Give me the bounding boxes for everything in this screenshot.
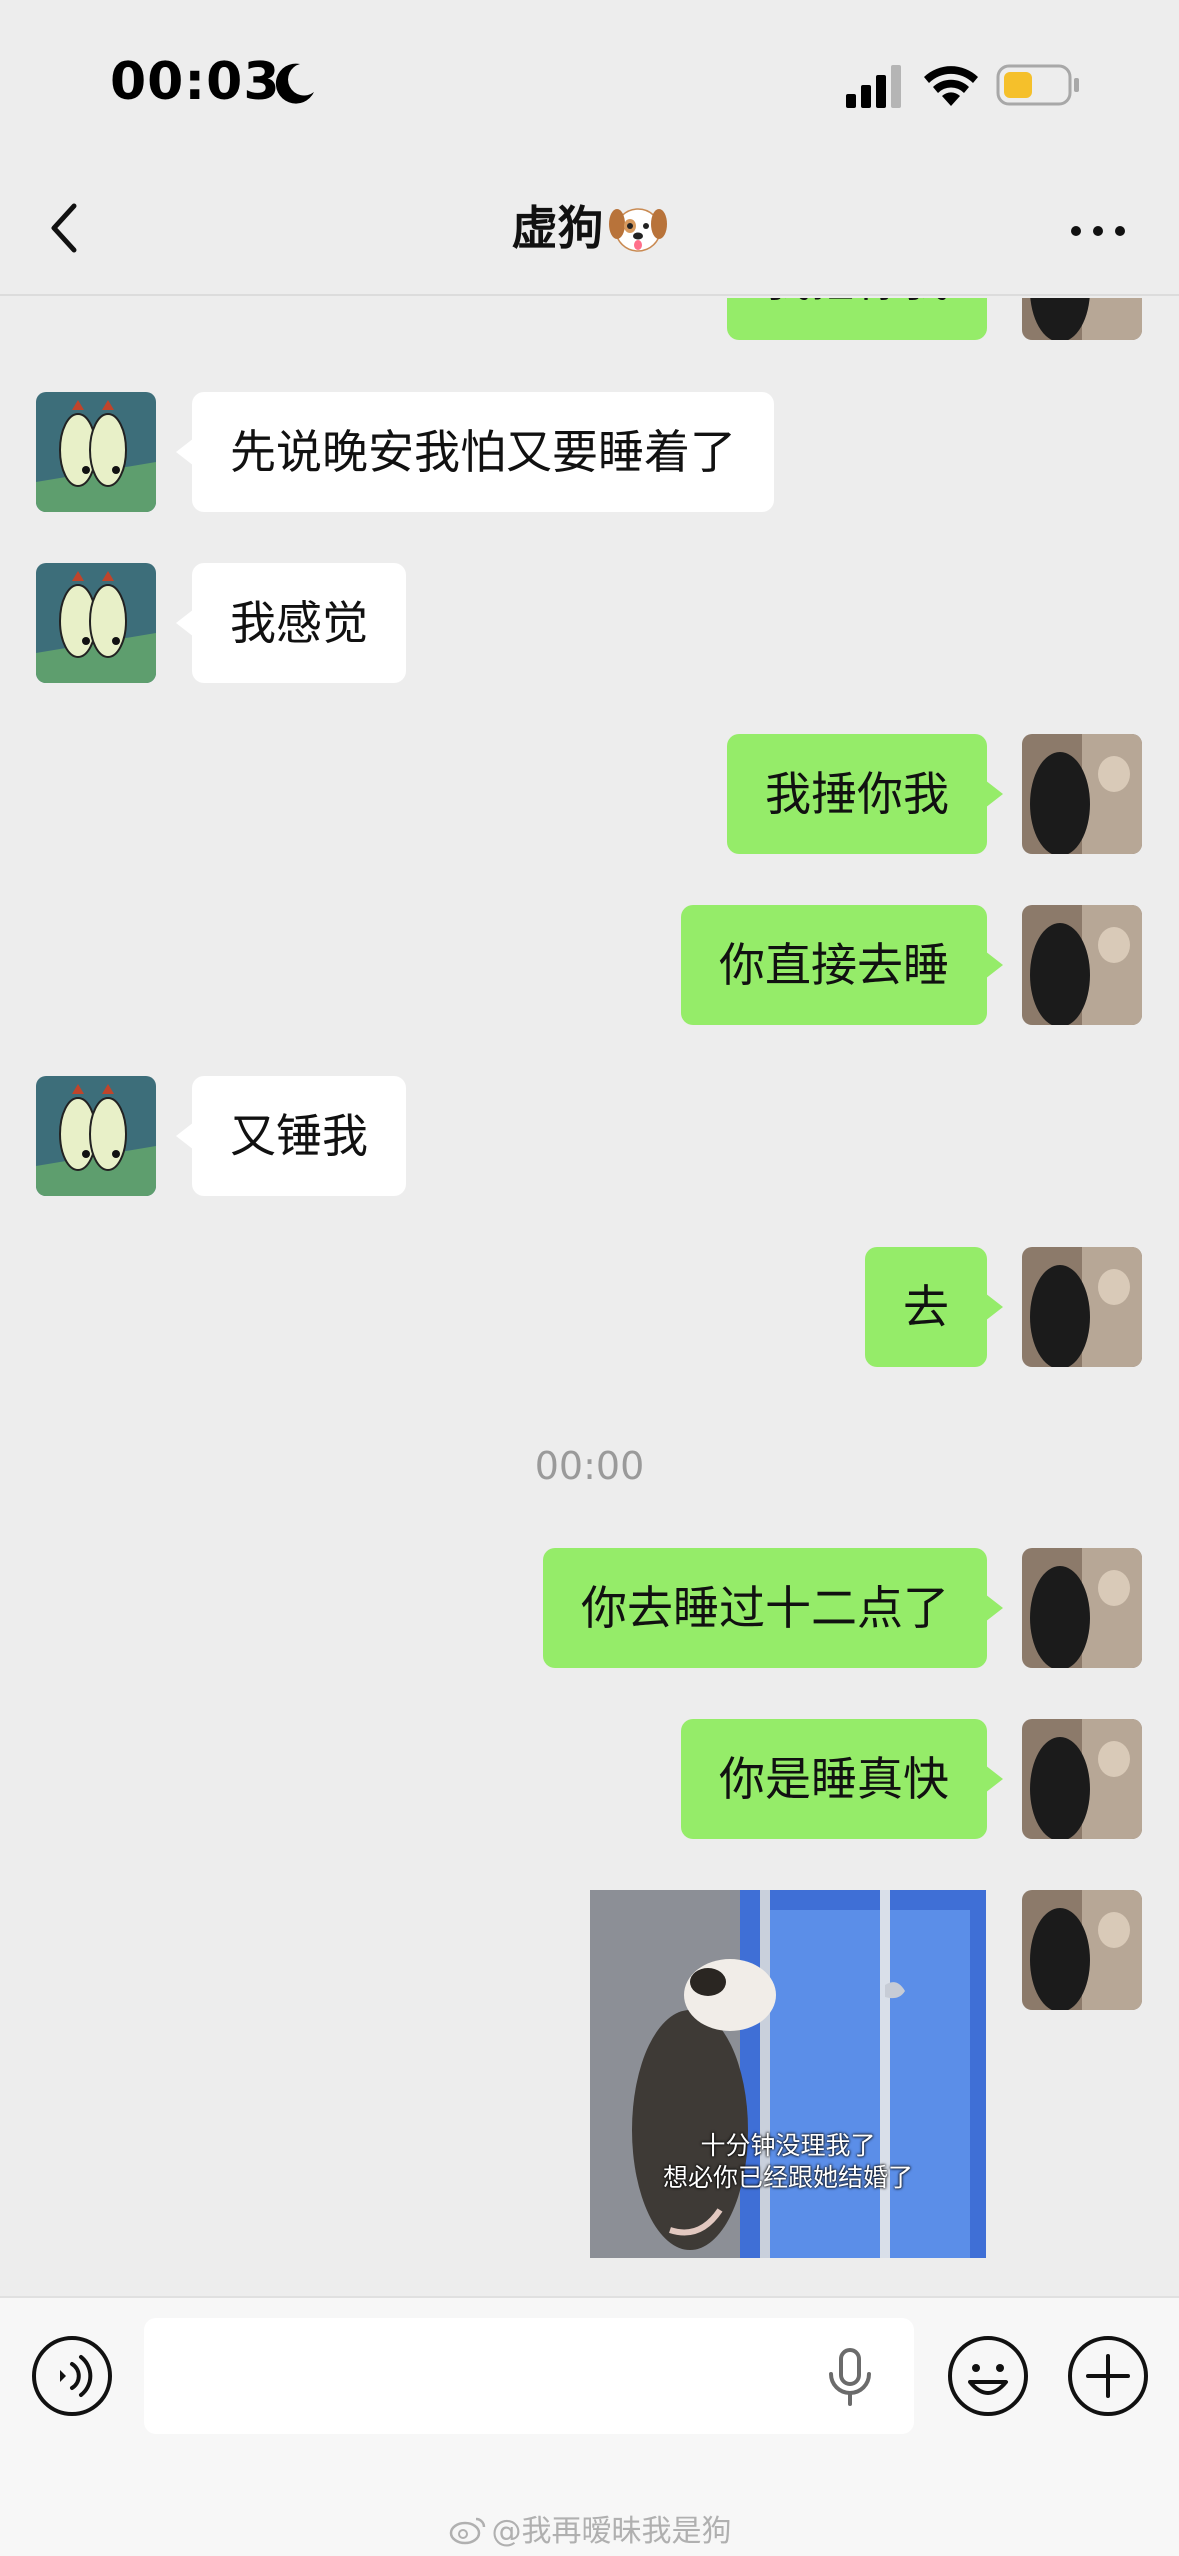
- message-bubble-received[interactable]: 先说晚安我怕又要睡着了: [176, 392, 774, 512]
- message-timestamp: 00:00: [534, 1444, 645, 1488]
- message-text: 先说晚安我怕又要睡着了: [230, 425, 736, 479]
- my-avatar-image: [1022, 734, 1142, 854]
- message-bubble-sent[interactable]: 你去睡过十二点了: [543, 1548, 1003, 1668]
- more-functions-button[interactable]: [1066, 2334, 1150, 2418]
- chat-screen: 00:03 虚狗 先说晚安我怕又要睡着了 我感觉 我捶你我 你直接去睡 又锤我 …: [0, 0, 1179, 2556]
- more-options-button[interactable]: [1068, 216, 1128, 246]
- friend-avatar[interactable]: [36, 392, 156, 512]
- my-avatar-image: [1022, 1247, 1142, 1367]
- friend-avatar-image: [36, 1076, 156, 1196]
- message-text: 你是睡真快: [719, 1752, 949, 1806]
- message-text: 你去睡过十二点了: [581, 1581, 949, 1635]
- message-bubble-sent[interactable]: 你直接去睡: [681, 905, 1003, 1025]
- sticker-caption: 十分钟没理我了 想必你已经跟她结婚了: [590, 2130, 986, 2194]
- my-avatar-image: [1022, 905, 1142, 1025]
- message-text: 又锤我: [230, 1109, 368, 1163]
- message-list[interactable]: 我捶你我 先说晚安我怕又要睡着了: [0, 298, 1179, 2296]
- emoji-button[interactable]: [946, 2334, 1030, 2418]
- opossum-sticker-image: [590, 1890, 986, 2258]
- message-bubble-sent[interactable]: 我捶你我: [727, 734, 1003, 854]
- my-avatar[interactable]: [1022, 298, 1142, 340]
- microphone-icon[interactable]: [822, 2348, 878, 2406]
- signal-icon: [846, 65, 901, 108]
- my-avatar-image: [1022, 1719, 1142, 1839]
- status-time: 00:03: [110, 52, 281, 112]
- message-bubble-sent[interactable]: 我捶你我: [727, 298, 987, 340]
- status-bar: 00:03: [0, 0, 1179, 160]
- battery-icon: [996, 64, 1079, 106]
- voice-toggle-button[interactable]: [30, 2334, 114, 2418]
- moon-icon: [275, 63, 314, 104]
- message-text: 我捶你我: [765, 767, 949, 821]
- friend-avatar-image: [36, 392, 156, 512]
- my-avatar[interactable]: [1022, 734, 1142, 854]
- my-avatar[interactable]: [1022, 1719, 1142, 1839]
- message-input[interactable]: [144, 2318, 914, 2434]
- message-text: 我感觉: [230, 596, 368, 650]
- chat-nav-bar: 虚狗: [0, 160, 1179, 296]
- my-avatar[interactable]: [1022, 1890, 1142, 2010]
- sticker-caption-line: 想必你已经跟她结婚了: [662, 2163, 913, 2192]
- message-bubble-sent[interactable]: 你是睡真快: [681, 1719, 1003, 1839]
- sticker-caption-line: 十分钟没理我了: [700, 2131, 876, 2160]
- friend-avatar[interactable]: [36, 563, 156, 683]
- message-text: 去: [903, 1280, 949, 1334]
- my-avatar-image: [1022, 298, 1142, 340]
- my-avatar-image: [1022, 1890, 1142, 2010]
- my-avatar[interactable]: [1022, 1548, 1142, 1668]
- message-text: 你直接去睡: [719, 938, 949, 992]
- friend-avatar[interactable]: [36, 1076, 156, 1196]
- my-avatar[interactable]: [1022, 1247, 1142, 1367]
- watermark-text: @我再暧昧我是狗: [491, 2514, 732, 2549]
- chat-title: 虚狗: [0, 196, 1179, 260]
- my-avatar[interactable]: [1022, 905, 1142, 1025]
- message-text: 我捶你我: [765, 298, 949, 307]
- message-bubble-sent[interactable]: 去: [865, 1247, 1003, 1367]
- wifi-icon: [924, 66, 978, 106]
- sticker-message[interactable]: 十分钟没理我了 想必你已经跟她结婚了: [590, 1890, 986, 2258]
- friend-avatar-image: [36, 563, 156, 683]
- weibo-watermark: @我再暧昧我是狗: [0, 2506, 1179, 2550]
- message-bubble-received[interactable]: 又锤我: [176, 1076, 406, 1196]
- message-bubble-received[interactable]: 我感觉: [176, 563, 406, 683]
- chat-title-text: 虚狗: [511, 201, 604, 255]
- my-avatar-image: [1022, 1548, 1142, 1668]
- weibo-icon: [449, 2517, 485, 2545]
- dog-face-icon: [608, 208, 667, 252]
